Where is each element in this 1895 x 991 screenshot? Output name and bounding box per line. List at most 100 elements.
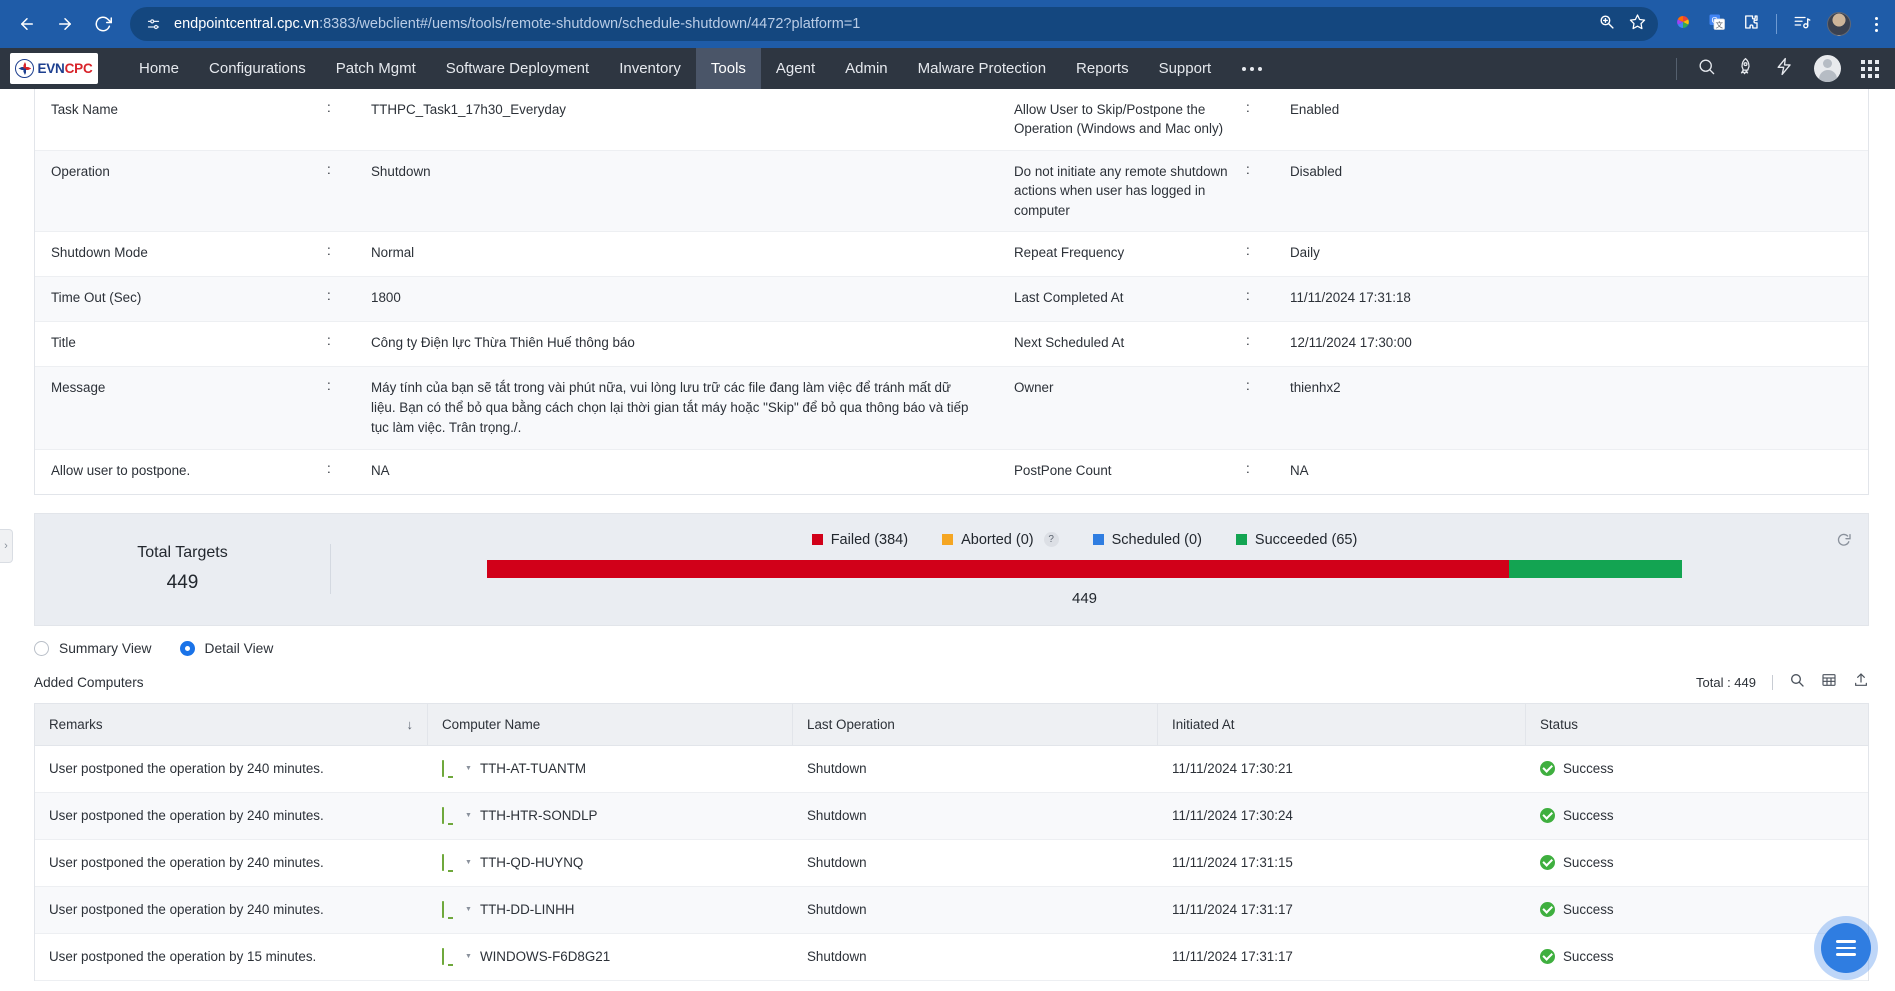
cell-initiated-at: 11/11/2024 17:30:24 [1172, 808, 1293, 824]
column-header-initiated-at[interactable]: Initiated At [1158, 703, 1526, 745]
legend-item-succeeded[interactable]: Succeeded (65) [1235, 532, 1357, 548]
nav-item-software-deployment[interactable]: Software Deployment [431, 48, 604, 89]
chevron-down-icon[interactable]: ▼ [465, 859, 472, 866]
cell-remarks: User postponed the operation by 240 minu… [49, 902, 324, 918]
evncpc-logo[interactable]: EVNCPC [10, 53, 98, 84]
radio-summary-view[interactable] [34, 640, 49, 656]
app-navigation-bar: EVNCPC Home Configurations Patch Mgmt So… [0, 48, 1895, 89]
cell-initiated-at: 11/11/2024 17:31:17 [1172, 949, 1293, 965]
label-detail-view[interactable]: Detail View [205, 641, 274, 656]
refresh-icon[interactable] [1836, 532, 1852, 552]
nav-item-malware-protection[interactable]: Malware Protection [903, 48, 1061, 89]
detail-value-allow-skip: Enabled [1290, 102, 1340, 117]
zoom-search-icon[interactable] [1598, 13, 1615, 35]
search-icon[interactable] [1697, 57, 1716, 81]
user-avatar-icon[interactable] [1814, 55, 1841, 82]
detail-value-shutdown-mode: Normal [371, 245, 415, 261]
extensions-puzzle-icon[interactable] [1742, 13, 1760, 36]
added-computers-title: Added Computers [34, 674, 144, 690]
address-bar[interactable]: endpointcentral.cpc.vn:8383/webclient#/u… [130, 7, 1658, 41]
column-header-status[interactable]: Status [1526, 704, 1868, 745]
detail-colon: : [327, 243, 331, 259]
nav-item-inventory[interactable]: Inventory [604, 48, 696, 89]
toolbar-divider [1776, 14, 1777, 34]
nav-item-home[interactable]: Home [124, 48, 194, 89]
legend-item-scheduled[interactable]: Scheduled (0) [1092, 532, 1202, 548]
view-mode-selector: Summary View Detail View [34, 640, 1895, 656]
help-icon[interactable]: ? [1043, 532, 1059, 548]
chevron-down-icon[interactable]: ▼ [465, 812, 472, 819]
radio-detail-view[interactable] [179, 640, 195, 656]
cell-remarks: User postponed the operation by 240 minu… [49, 808, 324, 824]
bar-segment-succeeded[interactable] [1509, 559, 1682, 578]
bar-segment-failed[interactable] [487, 559, 1509, 578]
detail-label-task-name: Task Name [51, 102, 118, 117]
back-button[interactable] [10, 7, 44, 41]
detail-colon: : [1246, 243, 1250, 259]
lightning-bolt-icon[interactable] [1775, 57, 1794, 81]
computer-monitor-icon [442, 854, 461, 873]
table-row[interactable]: User postponed the operation by 240 minu… [35, 745, 1868, 793]
forward-button[interactable] [48, 7, 82, 41]
cell-initiated-at: 11/11/2024 17:31:15 [1172, 855, 1293, 871]
label-summary-view[interactable]: Summary View [59, 641, 152, 656]
table-row[interactable]: User postponed the operation by 240 minu… [35, 839, 1868, 887]
legend-swatch-scheduled [1092, 534, 1104, 546]
column-chooser-icon[interactable] [1821, 672, 1837, 693]
google-translate-icon[interactable]: G文 [1708, 13, 1726, 36]
more-options-icon[interactable] [1226, 48, 1278, 89]
legend-item-failed[interactable]: Failed (384) [811, 532, 908, 548]
nav-divider [1676, 57, 1677, 80]
column-header-remarks[interactable]: Remarks ↓ [35, 703, 428, 745]
site-settings-icon[interactable] [142, 13, 164, 35]
reload-button[interactable] [86, 7, 120, 41]
nav-item-reports[interactable]: Reports [1061, 48, 1144, 89]
nav-item-configurations[interactable]: Configurations [194, 48, 321, 89]
targets-summary-panel: Total Targets 449 Failed (384) Aborted (… [34, 512, 1869, 626]
cell-last-operation: Shutdown [807, 808, 867, 824]
apps-grid-icon[interactable] [1861, 59, 1879, 78]
sort-descending-icon[interactable]: ↓ [407, 717, 414, 732]
task-details-card: Task Name : TTHPC_Task1_17h30_Everyday A… [34, 89, 1869, 495]
table-row[interactable]: User postponed the operation by 15 minut… [35, 933, 1868, 981]
table-row[interactable]: User postponed the operation by 240 minu… [35, 886, 1868, 934]
detail-row: Time Out (Sec) : 1800 Last Completed At … [35, 277, 1868, 323]
media-playlist-icon[interactable] [1793, 13, 1811, 36]
export-icon[interactable] [1853, 672, 1869, 693]
help-chat-fab[interactable] [1821, 923, 1871, 973]
nav-item-agent[interactable]: Agent [761, 48, 830, 89]
status-bar-chart: Failed (384) Aborted (0) ? Scheduled (0)… [331, 532, 1868, 607]
chart-legend: Failed (384) Aborted (0) ? Scheduled (0)… [331, 532, 1838, 548]
profile-avatar-icon[interactable] [1827, 12, 1851, 36]
chevron-down-icon[interactable]: ▼ [465, 765, 472, 772]
main-menu: Home Configurations Patch Mgmt Software … [124, 48, 1278, 89]
column-header-computer-name[interactable]: Computer Name [428, 703, 793, 745]
detail-label-time-out: Time Out (Sec) [51, 290, 142, 306]
nav-item-support[interactable]: Support [1144, 48, 1227, 89]
cell-computer-name: ▼ WINDOWS-F6D8G21 [428, 934, 793, 980]
reload-icon [95, 16, 112, 32]
cell-computer-name-label: TTH-HTR-SONDLP [479, 808, 598, 824]
nav-item-admin[interactable]: Admin [830, 48, 903, 89]
detail-label-allow-postpone: Allow user to postpone. [51, 462, 191, 478]
detail-colon: : [327, 378, 331, 394]
computer-monitor-icon [442, 901, 461, 920]
color-wheel-icon[interactable] [1674, 13, 1692, 36]
nav-item-tools[interactable]: Tools [695, 48, 761, 89]
success-check-icon [1540, 902, 1555, 918]
table-row[interactable]: User postponed the operation by 240 minu… [35, 792, 1868, 840]
rocket-icon[interactable] [1736, 57, 1755, 81]
chevron-down-icon[interactable]: ▼ [465, 906, 472, 913]
chevron-down-icon[interactable]: ▼ [465, 953, 472, 960]
cell-computer-name: ▼ TTH-AT-TUANTM [428, 746, 793, 792]
detail-row: Allow user to postpone. : NA PostPone Co… [35, 450, 1868, 494]
star-bookmark-icon[interactable] [1629, 13, 1646, 35]
column-header-last-operation[interactable]: Last Operation [793, 703, 1158, 745]
cell-status: Success [1526, 887, 1868, 933]
kebab-menu-icon[interactable] [1867, 16, 1885, 32]
search-icon[interactable] [1789, 672, 1805, 693]
sidebar-expand-handle[interactable]: › [0, 529, 13, 563]
legend-item-aborted[interactable]: Aborted (0) ? [942, 532, 1059, 548]
back-arrow-icon [21, 18, 33, 30]
nav-item-patch-mgmt[interactable]: Patch Mgmt [321, 48, 431, 89]
